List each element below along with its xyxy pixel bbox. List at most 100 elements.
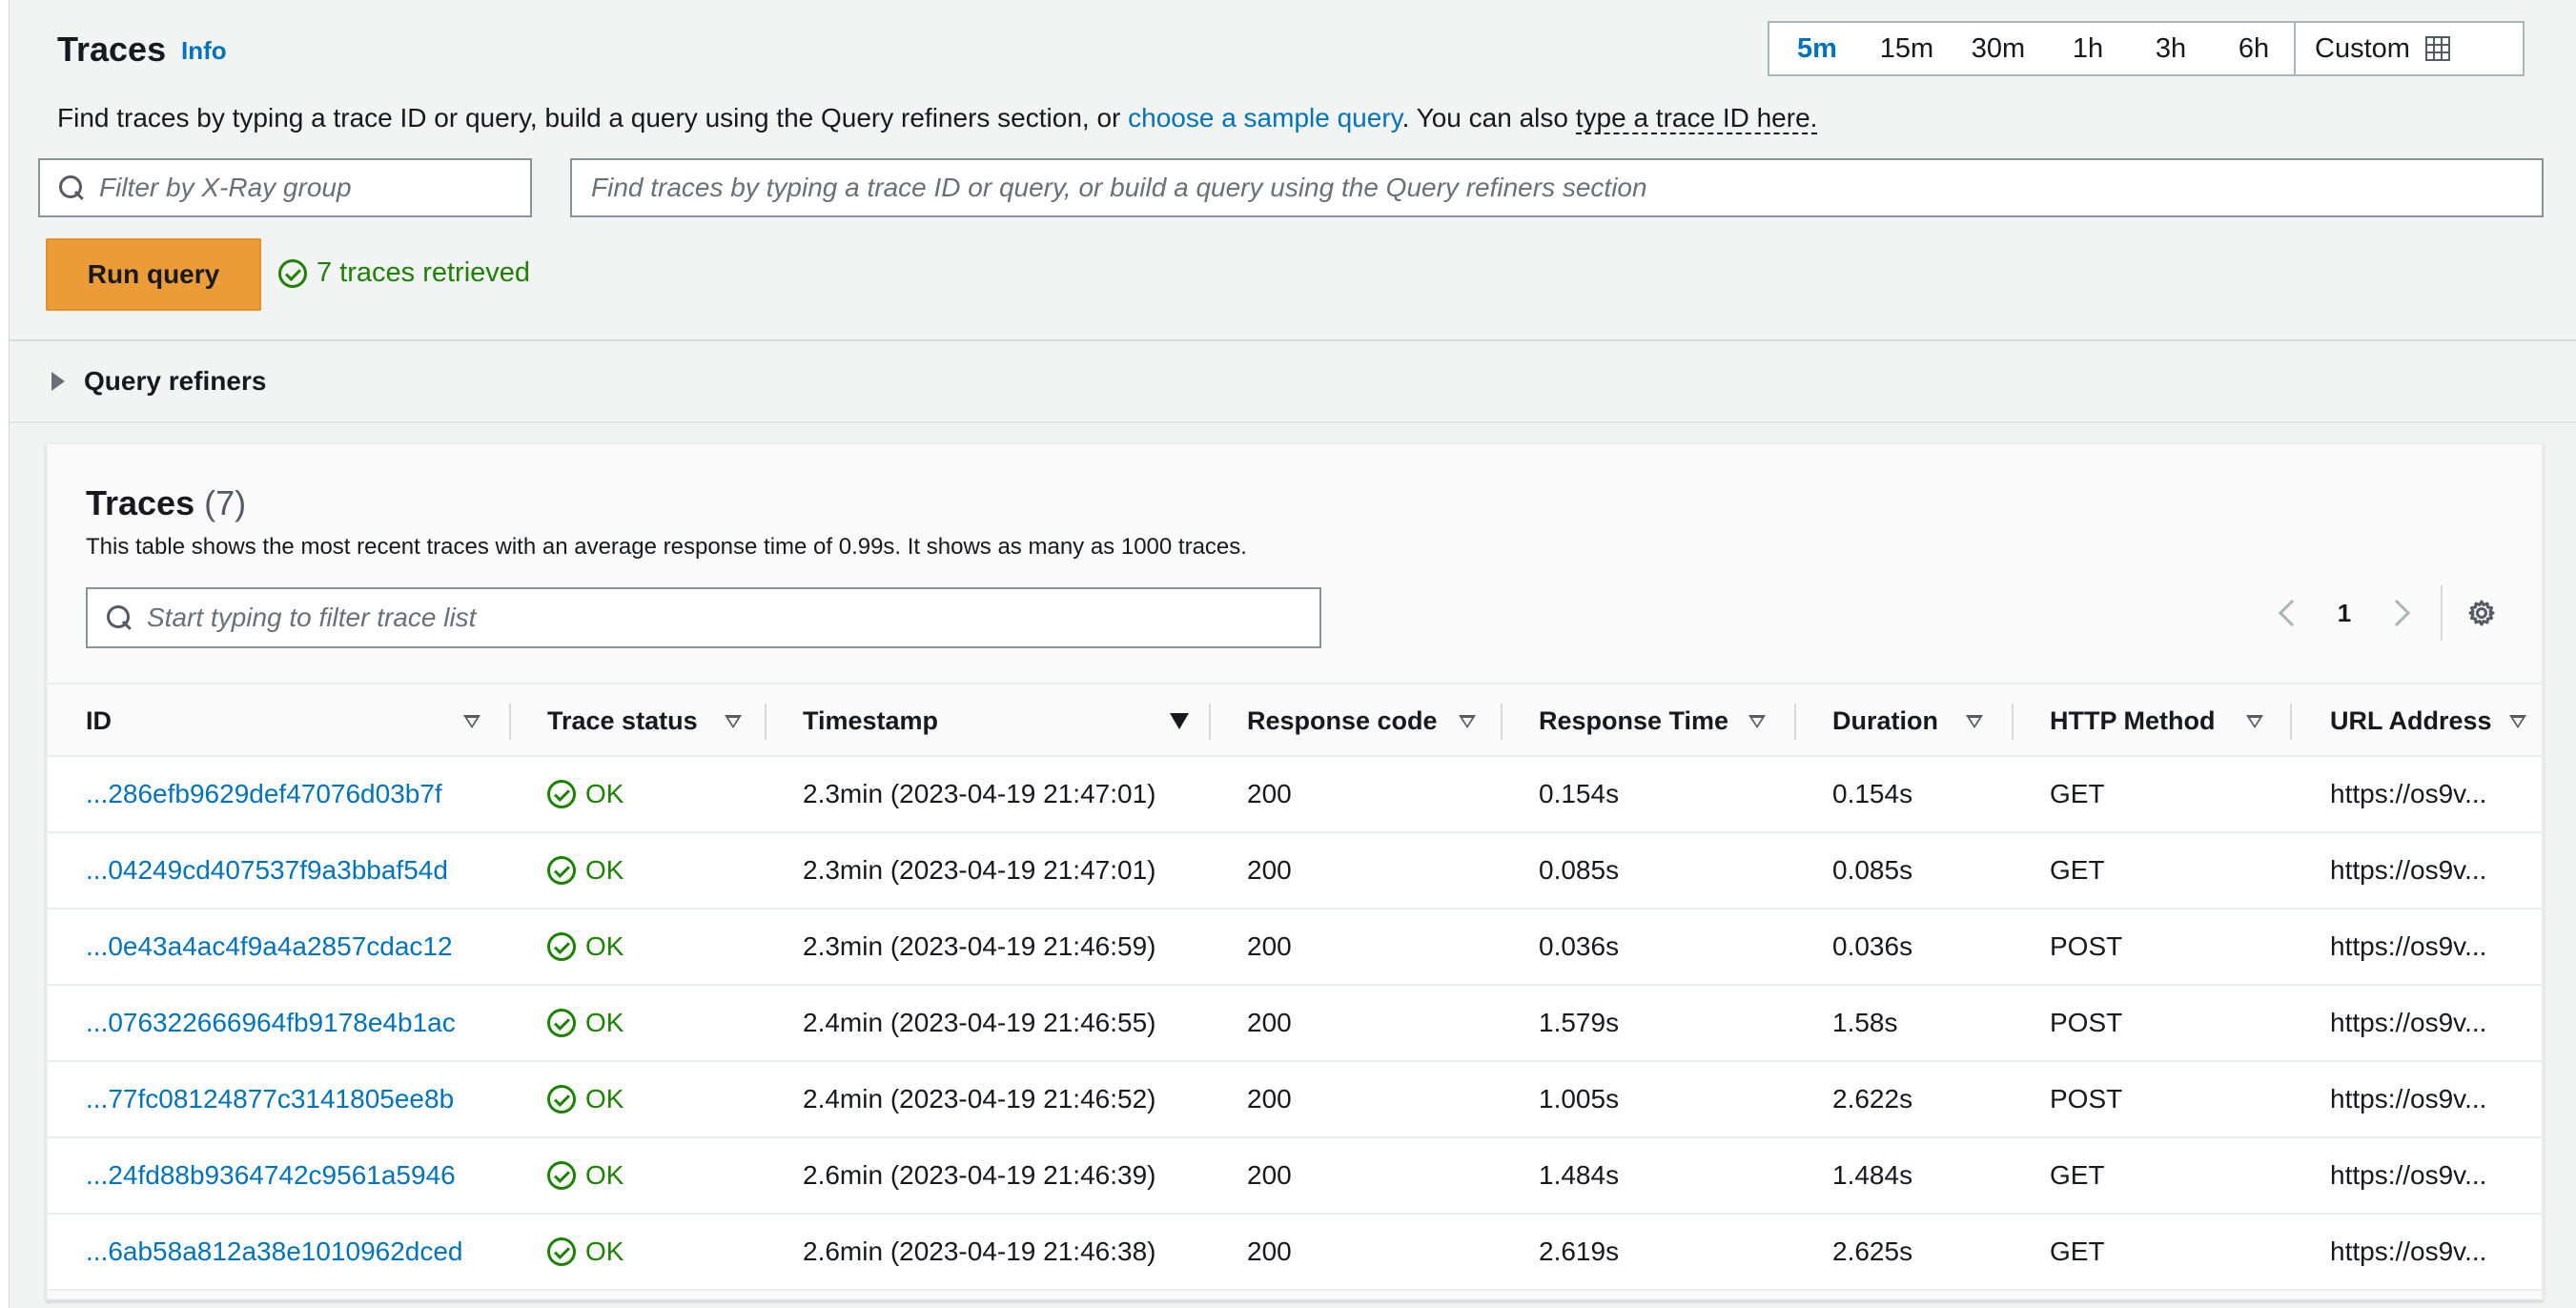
current-page[interactable]: 1 bbox=[2330, 599, 2359, 628]
timestamp-cell: 2.4min (2023-04-19 21:46:52) bbox=[803, 1084, 1156, 1114]
column-header-http-method[interactable]: HTTP Method bbox=[2050, 685, 2215, 757]
xray-group-input[interactable] bbox=[99, 160, 530, 215]
trace-status: OK bbox=[547, 1084, 624, 1114]
sort-icon[interactable] bbox=[1459, 715, 1476, 728]
traces-table: ID Trace status Timestamp Response code … bbox=[48, 683, 2542, 1291]
description-mid: . You can also bbox=[1401, 103, 1576, 133]
trace-id-link[interactable]: ...0e43a4ac4f9a4a2857cdac12 bbox=[86, 931, 453, 962]
table-row: ...6ab58a812a38e1010962dced OK 2.6min (2… bbox=[48, 1215, 2542, 1291]
response-code-cell: 200 bbox=[1247, 779, 1292, 808]
table-row: ...0e43a4ac4f9a4a2857cdac12 OK 2.3min (2… bbox=[48, 909, 2542, 986]
table-row: ...24fd88b9364742c9561a5946 OK 2.6min (2… bbox=[48, 1138, 2542, 1215]
trace-status-text: OK bbox=[585, 1160, 624, 1190]
range-option-custom[interactable]: Custom bbox=[2294, 23, 2523, 74]
timestamp-cell: 2.4min (2023-04-19 21:46:55) bbox=[803, 1008, 1156, 1037]
table-body: ...286efb9629def47076d03b7f OK 2.3min (2… bbox=[48, 757, 2542, 1291]
timestamp-cell: 2.6min (2023-04-19 21:46:38) bbox=[803, 1236, 1156, 1266]
duration-cell: 1.58s bbox=[1832, 1008, 1898, 1037]
url-cell: https://os9v... bbox=[2330, 1008, 2487, 1037]
column-header-response-time[interactable]: Response Time bbox=[1539, 685, 1728, 757]
trace-id-link[interactable]: ...076322666964fb9178e4b1ac bbox=[86, 1008, 456, 1038]
sort-descending-icon[interactable] bbox=[1170, 713, 1189, 729]
trace-status-text: OK bbox=[585, 779, 624, 808]
trace-id-link[interactable]: ...6ab58a812a38e1010962dced bbox=[86, 1236, 463, 1267]
url-cell: https://os9v... bbox=[2330, 1236, 2487, 1266]
query-refiners-label: Query refiners bbox=[84, 366, 267, 396]
range-option-30m[interactable]: 30m bbox=[1949, 23, 2048, 74]
page-title: Traces bbox=[57, 30, 167, 69]
column-header-id[interactable]: ID bbox=[86, 685, 112, 757]
range-option-1h[interactable]: 1h bbox=[2048, 23, 2128, 74]
traces-title-text: Traces bbox=[86, 483, 195, 522]
sort-icon[interactable] bbox=[463, 715, 480, 728]
query-input[interactable] bbox=[572, 160, 2542, 215]
response-code-cell: 200 bbox=[1247, 1236, 1292, 1266]
duration-cell: 2.625s bbox=[1832, 1236, 1913, 1266]
run-query-button[interactable]: Run query bbox=[46, 238, 261, 311]
column-separator bbox=[765, 704, 767, 740]
gear-icon[interactable] bbox=[2467, 599, 2496, 627]
response-time-cell: 0.085s bbox=[1539, 855, 1620, 885]
http-method-cell: POST bbox=[2050, 931, 2123, 961]
column-header-trace-status[interactable]: Trace status bbox=[547, 685, 698, 757]
traces-retrieved-status: 7 traces retrieved bbox=[278, 257, 530, 289]
response-code-cell: 200 bbox=[1247, 931, 1292, 961]
trace-id-link[interactable]: ...77fc08124877c3141805ee8b bbox=[86, 1084, 454, 1114]
trace-status-text: OK bbox=[585, 1236, 624, 1266]
range-option-3h[interactable]: 3h bbox=[2128, 23, 2214, 74]
trace-id-link[interactable]: ...04249cd407537f9a3bbaf54d bbox=[86, 855, 448, 886]
time-range-selector: 5m 15m 30m 1h 3h 6h Custom bbox=[1768, 21, 2525, 76]
trace-status: OK bbox=[547, 1008, 624, 1038]
chevron-right-icon[interactable] bbox=[2382, 599, 2411, 627]
page-description: Find traces by typing a trace ID or quer… bbox=[57, 101, 1818, 135]
http-method-cell: GET bbox=[2050, 779, 2105, 808]
sort-icon[interactable] bbox=[2246, 715, 2263, 728]
chevron-left-icon[interactable] bbox=[2278, 599, 2306, 627]
check-circle-icon bbox=[547, 932, 576, 961]
check-circle-icon bbox=[547, 1085, 576, 1114]
timestamp-cell: 2.3min (2023-04-19 21:47:01) bbox=[803, 855, 1156, 885]
info-link[interactable]: Info bbox=[181, 34, 227, 67]
sort-icon[interactable] bbox=[1748, 715, 1766, 728]
http-method-cell: POST bbox=[2050, 1084, 2123, 1114]
column-separator bbox=[2012, 704, 2014, 740]
trace-id-link[interactable]: ...24fd88b9364742c9561a5946 bbox=[86, 1160, 456, 1191]
table-row: ...076322666964fb9178e4b1ac OK 2.4min (2… bbox=[48, 986, 2542, 1062]
traces-retrieved-text: 7 traces retrieved bbox=[317, 257, 531, 288]
duration-cell: 1.484s bbox=[1832, 1160, 1913, 1190]
column-header-url-address[interactable]: URL Address bbox=[2330, 685, 2492, 757]
trace-status: OK bbox=[547, 855, 624, 886]
sort-icon[interactable] bbox=[725, 715, 742, 728]
url-cell: https://os9v... bbox=[2330, 855, 2487, 885]
timestamp-cell: 2.3min (2023-04-19 21:46:59) bbox=[803, 931, 1156, 961]
range-option-15m[interactable]: 15m bbox=[1865, 23, 1949, 74]
table-row: ...286efb9629def47076d03b7f OK 2.3min (2… bbox=[48, 757, 2542, 833]
url-cell: https://os9v... bbox=[2330, 779, 2487, 808]
sample-query-link[interactable]: choose a sample query bbox=[1128, 103, 1401, 133]
range-option-6h[interactable]: 6h bbox=[2214, 23, 2294, 74]
traces-count: (7) bbox=[204, 483, 247, 522]
table-row: ...04249cd407537f9a3bbaf54d OK 2.3min (2… bbox=[48, 833, 2542, 909]
custom-range-label: Custom bbox=[2315, 32, 2410, 64]
traces-panel: Traces (7) This table shows the most rec… bbox=[46, 442, 2544, 1300]
check-circle-icon bbox=[547, 1161, 576, 1190]
check-circle-icon bbox=[278, 258, 307, 288]
query-refiners-toggle[interactable]: Query refiners bbox=[10, 339, 2576, 423]
column-header-response-code[interactable]: Response code bbox=[1247, 685, 1438, 757]
sort-icon[interactable] bbox=[1966, 715, 1983, 728]
sort-icon[interactable] bbox=[2509, 715, 2526, 728]
table-header: ID Trace status Timestamp Response code … bbox=[48, 683, 2542, 757]
column-header-duration[interactable]: Duration bbox=[1832, 685, 1938, 757]
xray-group-filter bbox=[38, 158, 532, 217]
trace-filter-input[interactable] bbox=[147, 589, 1319, 646]
http-method-cell: GET bbox=[2050, 855, 2105, 885]
trace-id-link[interactable]: ...286efb9629def47076d03b7f bbox=[86, 779, 442, 809]
timestamp-cell: 2.6min (2023-04-19 21:46:39) bbox=[803, 1160, 1156, 1190]
check-circle-icon bbox=[547, 1237, 576, 1266]
column-header-timestamp[interactable]: Timestamp bbox=[803, 685, 938, 757]
traces-panel-description: This table shows the most recent traces … bbox=[86, 534, 1247, 560]
http-method-cell: GET bbox=[2050, 1160, 2105, 1190]
range-option-5m[interactable]: 5m bbox=[1769, 23, 1865, 74]
trace-id-link[interactable]: type a trace ID here. bbox=[1575, 103, 1818, 134]
check-circle-icon bbox=[547, 1009, 576, 1037]
